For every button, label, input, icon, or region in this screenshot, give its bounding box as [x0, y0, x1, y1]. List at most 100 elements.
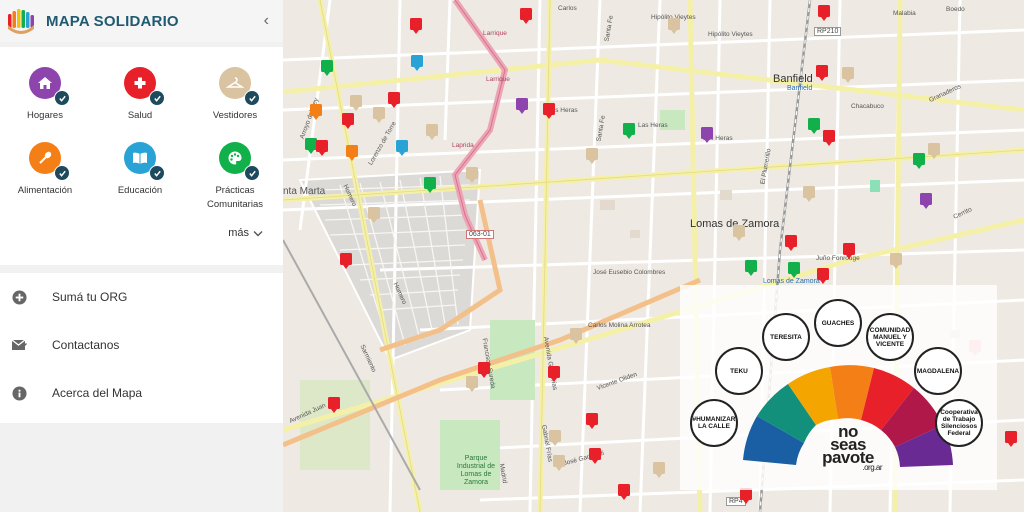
- map-pin-salud[interactable]: [316, 140, 328, 156]
- sidebar: MAPA SOLIDARIO ‹ Hogares Salud Vestidore…: [0, 0, 283, 512]
- check-icon: [54, 165, 70, 181]
- check-icon: [149, 90, 165, 106]
- map-pin-educacion[interactable]: [411, 55, 423, 71]
- map-pin-educacion[interactable]: [396, 140, 408, 156]
- map-pin-vestidores[interactable]: [586, 148, 598, 164]
- map-pin-salud[interactable]: [340, 253, 352, 269]
- map-pin-salud[interactable]: [823, 130, 835, 146]
- map-pin-vestidores[interactable]: [803, 186, 815, 202]
- map-pin-salud[interactable]: [342, 113, 354, 129]
- map-pin-hogares[interactable]: [701, 127, 713, 143]
- category-alimentacion[interactable]: Alimentación: [0, 142, 90, 198]
- category-vestidores[interactable]: Vestidores: [190, 67, 280, 123]
- map-pin-vestidores[interactable]: [928, 143, 940, 159]
- category-educacion[interactable]: Educación: [95, 142, 185, 198]
- more-label: más: [228, 227, 249, 239]
- menu-item-acerca[interactable]: Acerca del Mapa: [0, 369, 283, 417]
- street-label: Larrique: [483, 30, 507, 37]
- street-label: José Eusebio Colombres: [593, 269, 666, 276]
- check-icon: [244, 165, 260, 181]
- info-icon: [11, 385, 27, 401]
- header: MAPA SOLIDARIO ‹: [0, 0, 283, 42]
- map-pin-vestidores[interactable]: [668, 18, 680, 34]
- map-pin-hogares[interactable]: [516, 98, 528, 114]
- map-pin-salud[interactable]: [543, 103, 555, 119]
- map-pin-salud[interactable]: [785, 235, 797, 251]
- map-pin-salud[interactable]: [618, 484, 630, 500]
- map-pin-hogares[interactable]: [920, 193, 932, 209]
- map-pin-vestidores[interactable]: [733, 225, 745, 241]
- street-label: Las Heras: [638, 122, 668, 129]
- map-pin-salud[interactable]: [410, 18, 422, 34]
- mail-icon: [11, 337, 27, 353]
- map-pin-alimentacion[interactable]: [346, 145, 358, 161]
- org-logo: GUACHES: [814, 299, 862, 347]
- menu-label: Contactanos: [52, 338, 120, 352]
- map-pin-salud[interactable]: [818, 5, 830, 21]
- map-pin-practicas[interactable]: [424, 177, 436, 193]
- category-practicas[interactable]: Prácticas Comunitarias: [190, 142, 280, 212]
- map-label-lomas-station: Lomas de Zamora: [763, 278, 820, 285]
- route-shield-063: 063-01: [466, 230, 494, 239]
- book-icon: [124, 142, 165, 181]
- map-pin-vestidores[interactable]: [653, 462, 665, 478]
- check-icon: [54, 90, 70, 106]
- org-logo: #HUMANIZAR LA CALLE: [690, 399, 738, 447]
- map-pin-vestidores[interactable]: [368, 207, 380, 223]
- menu-label: Acerca del Mapa: [52, 386, 143, 400]
- check-icon: [149, 165, 165, 181]
- cross-icon: [124, 67, 165, 106]
- street-label: Boedo: [946, 6, 965, 13]
- map-pin-vestidores[interactable]: [549, 430, 561, 446]
- map-pin-practicas[interactable]: [745, 260, 757, 276]
- add-circle-icon: [11, 289, 27, 305]
- map-pin-practicas[interactable]: [913, 153, 925, 169]
- map-pin-vestidores[interactable]: [466, 167, 478, 183]
- map-pin-practicas[interactable]: [321, 60, 333, 76]
- route-shield-rp210: RP210: [814, 27, 842, 36]
- map-pin-salud[interactable]: [843, 243, 855, 259]
- map-pin-salud[interactable]: [586, 413, 598, 429]
- map-pin-vestidores[interactable]: [553, 455, 565, 471]
- logo: [8, 9, 34, 34]
- map-pin-alimentacion[interactable]: [310, 104, 322, 120]
- map-pin-vestidores[interactable]: [466, 376, 478, 392]
- street-label: Carlos: [558, 5, 577, 12]
- category-filters: Hogares Salud Vestidores Alimentación Ed…: [0, 47, 283, 265]
- map-pin-vestidores[interactable]: [570, 328, 582, 344]
- category-label: Prácticas Comunitarias: [207, 185, 263, 210]
- category-hogares[interactable]: Hogares: [0, 67, 90, 123]
- map-pin-vestidores[interactable]: [890, 253, 902, 269]
- street-label: Malabia: [893, 10, 916, 17]
- category-salud[interactable]: Salud: [95, 67, 185, 123]
- map-pin-salud[interactable]: [1005, 431, 1017, 447]
- map-pin-practicas[interactable]: [808, 118, 820, 134]
- app-title: MAPA SOLIDARIO: [46, 12, 179, 30]
- map-pin-salud[interactable]: [388, 92, 400, 108]
- street-label: Carlos Molina Arrotea: [588, 322, 651, 329]
- menu-item-suma-org[interactable]: Sumá tu ORG: [0, 273, 283, 321]
- street-label: Larrique: [486, 76, 510, 83]
- map-pin-vestidores[interactable]: [373, 107, 385, 123]
- map-pin-salud[interactable]: [328, 397, 340, 413]
- category-label: Salud: [127, 110, 153, 121]
- org-logo: COMUNIDAD MANUEL Y VICENTE: [866, 313, 914, 361]
- map-pin-practicas[interactable]: [623, 123, 635, 139]
- map-pin-salud[interactable]: [589, 448, 601, 464]
- map-pin-salud[interactable]: [816, 65, 828, 81]
- map-pin-salud[interactable]: [548, 366, 560, 382]
- category-label: Educación: [117, 185, 163, 196]
- hanger-icon: [219, 67, 260, 106]
- menu-item-contactanos[interactable]: Contactanos: [0, 321, 283, 369]
- map-pin-salud[interactable]: [817, 268, 829, 284]
- map-pin-vestidores[interactable]: [842, 67, 854, 83]
- map-pin-practicas[interactable]: [788, 262, 800, 278]
- map-pin-vestidores[interactable]: [426, 124, 438, 140]
- map-label-parque: Parque Industrial de Lomas de Zamora: [456, 455, 496, 486]
- chevron-down-icon: [253, 230, 263, 236]
- chevron-left-icon[interactable]: ‹: [264, 12, 269, 30]
- map-pin-salud[interactable]: [478, 362, 490, 378]
- map-pin-salud[interactable]: [520, 8, 532, 24]
- map-pin-vestidores[interactable]: [350, 95, 362, 111]
- more-button[interactable]: más: [228, 227, 263, 239]
